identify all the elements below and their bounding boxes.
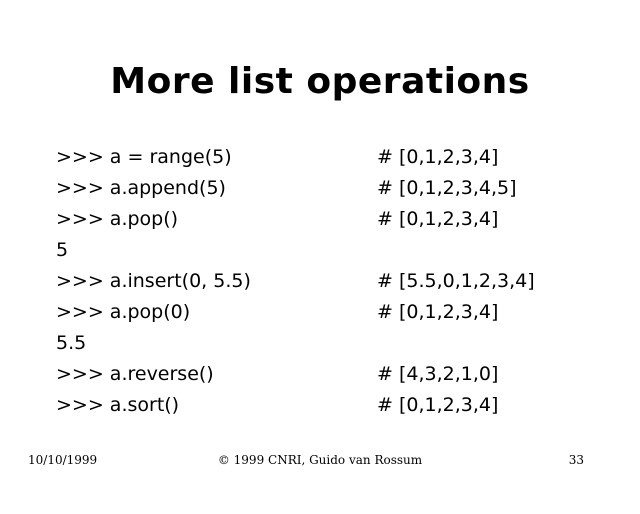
code-text: >>> a.reverse()	[56, 363, 214, 385]
code-text: >>> a = range(5)	[56, 146, 232, 168]
code-comment: # [0,1,2,3,4]	[377, 208, 499, 230]
code-line: >>> a = range(5) # [0,1,2,3,4]	[56, 142, 640, 173]
page-number: 33	[568, 453, 584, 467]
code-output: 5.5	[56, 332, 87, 354]
code-line: 5	[56, 235, 640, 266]
code-comment: # [5.5,0,1,2,3,4]	[377, 270, 535, 292]
code-line: >>> a.sort() # [0,1,2,3,4]	[56, 390, 640, 421]
code-line: >>> a.append(5) # [0,1,2,3,4,5]	[56, 173, 640, 204]
code-text: >>> a.pop()	[56, 208, 179, 230]
code-listing: >>> a = range(5) # [0,1,2,3,4] >>> a.app…	[56, 142, 640, 421]
code-text: >>> a.append(5)	[56, 177, 226, 199]
code-text: >>> a.sort()	[56, 394, 180, 416]
footer-copyright: © 1999 CNRI, Guido van Rossum	[217, 453, 423, 467]
code-line: >>> a.insert(0, 5.5) # [5.5,0,1,2,3,4]	[56, 266, 640, 297]
code-line: >>> a.pop(0) # [0,1,2,3,4]	[56, 297, 640, 328]
code-comment: # [4,3,2,1,0]	[377, 363, 499, 385]
code-comment: # [0,1,2,3,4]	[377, 394, 499, 416]
code-comment: # [0,1,2,3,4,5]	[377, 177, 517, 199]
code-text: >>> a.insert(0, 5.5)	[56, 270, 251, 292]
code-output: 5	[56, 239, 69, 261]
code-comment: # [0,1,2,3,4]	[377, 146, 499, 168]
code-line: 5.5	[56, 328, 640, 359]
code-comment: # [0,1,2,3,4]	[377, 301, 499, 323]
slide: { "title": "More list operations", "line…	[0, 0, 640, 480]
code-line: >>> a.pop() # [0,1,2,3,4]	[56, 204, 640, 235]
code-line: >>> a.reverse() # [4,3,2,1,0]	[56, 359, 640, 390]
code-text: >>> a.pop(0)	[56, 301, 191, 323]
slide-title: More list operations	[110, 61, 530, 102]
